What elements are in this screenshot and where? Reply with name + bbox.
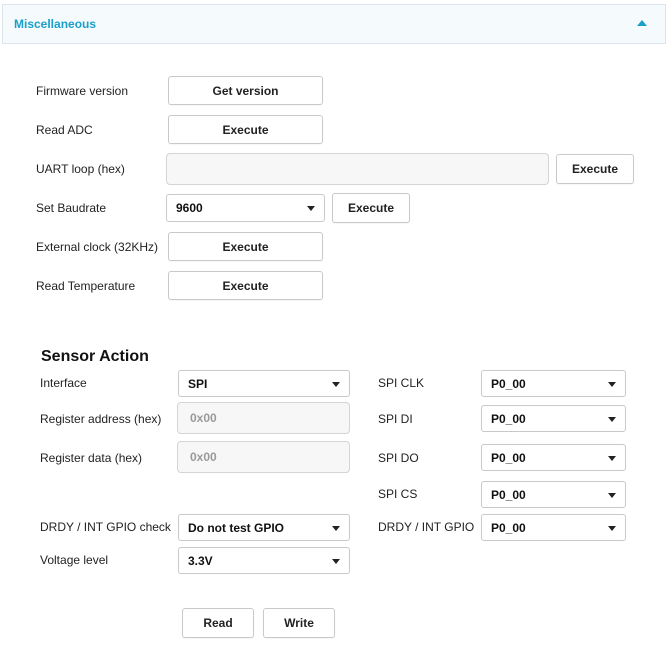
sensor-action-title: Sensor Action — [41, 348, 149, 365]
panel-title: Miscellaneous — [14, 17, 97, 31]
interface-label: Interface — [40, 376, 87, 390]
set-baudrate-label: Set Baudrate — [36, 201, 107, 215]
register-address-input[interactable]: 0x00 — [177, 402, 350, 434]
register-data-label: Register data (hex) — [40, 451, 143, 465]
read-temperature-label: Read Temperature — [36, 279, 136, 293]
chevron-down-icon — [332, 525, 340, 531]
read-temperature-execute-button[interactable]: Execute — [168, 271, 323, 300]
voltage-level-select[interactable]: 3.3V — [178, 547, 350, 574]
spi-cs-label: SPI CS — [378, 487, 418, 501]
spi-do-value: P0_00 — [491, 450, 526, 465]
interface-select[interactable]: SPI — [178, 370, 350, 397]
interface-value: SPI — [188, 376, 208, 391]
baudrate-value: 9600 — [176, 201, 203, 215]
voltage-level-label: Voltage level — [40, 553, 109, 567]
baudrate-select[interactable]: 9600 — [166, 194, 325, 222]
drdy-gpio-check-value: Do not test GPIO — [188, 520, 284, 535]
voltage-level-value: 3.3V — [188, 553, 213, 568]
spi-do-label: SPI DO — [378, 451, 419, 465]
spi-clk-label: SPI CLK — [378, 376, 425, 390]
register-data-input[interactable]: 0x00 — [177, 441, 350, 473]
drdy-gpio-value: P0_00 — [491, 520, 526, 535]
drdy-gpio-label: DRDY / INT GPIO — [378, 520, 475, 534]
spi-di-label: SPI DI — [378, 412, 413, 426]
miscellaneous-panel-header[interactable]: Miscellaneous — [2, 4, 666, 44]
chevron-down-icon — [608, 381, 616, 387]
spi-clk-select[interactable]: P0_00 — [481, 370, 626, 397]
spi-cs-select[interactable]: P0_00 — [481, 481, 626, 508]
spi-do-select[interactable]: P0_00 — [481, 444, 626, 471]
firmware-version-label: Firmware version — [36, 84, 129, 98]
read-adc-execute-button[interactable]: Execute — [168, 115, 323, 144]
read-button[interactable]: Read — [182, 608, 254, 638]
get-version-button[interactable]: Get version — [168, 76, 323, 105]
chevron-down-icon — [307, 206, 315, 211]
chevron-down-icon — [608, 492, 616, 498]
register-address-label: Register address (hex) — [40, 412, 162, 426]
external-clock-execute-button[interactable]: Execute — [168, 232, 323, 261]
read-adc-label: Read ADC — [36, 123, 93, 137]
spi-cs-value: P0_00 — [491, 487, 526, 502]
drdy-gpio-check-label: DRDY / INT GPIO check — [40, 520, 171, 534]
uart-loop-execute-button[interactable]: Execute — [556, 154, 634, 184]
drdy-gpio-select[interactable]: P0_00 — [481, 514, 626, 541]
spi-clk-value: P0_00 — [491, 376, 526, 391]
chevron-down-icon — [608, 416, 616, 422]
chevron-down-icon — [332, 381, 340, 387]
collapse-up-icon[interactable] — [637, 20, 647, 26]
external-clock-label: External clock (32KHz) — [36, 240, 159, 254]
spi-di-select[interactable]: P0_00 — [481, 405, 626, 432]
chevron-down-icon — [608, 525, 616, 531]
chevron-down-icon — [332, 558, 340, 564]
write-button[interactable]: Write — [263, 608, 335, 638]
chevron-down-icon — [608, 455, 616, 461]
baudrate-execute-button[interactable]: Execute — [332, 193, 410, 223]
uart-loop-label: UART loop (hex) — [36, 162, 125, 176]
spi-di-value: P0_00 — [491, 411, 526, 426]
drdy-gpio-check-select[interactable]: Do not test GPIO — [178, 514, 350, 541]
uart-loop-input[interactable] — [166, 153, 549, 185]
